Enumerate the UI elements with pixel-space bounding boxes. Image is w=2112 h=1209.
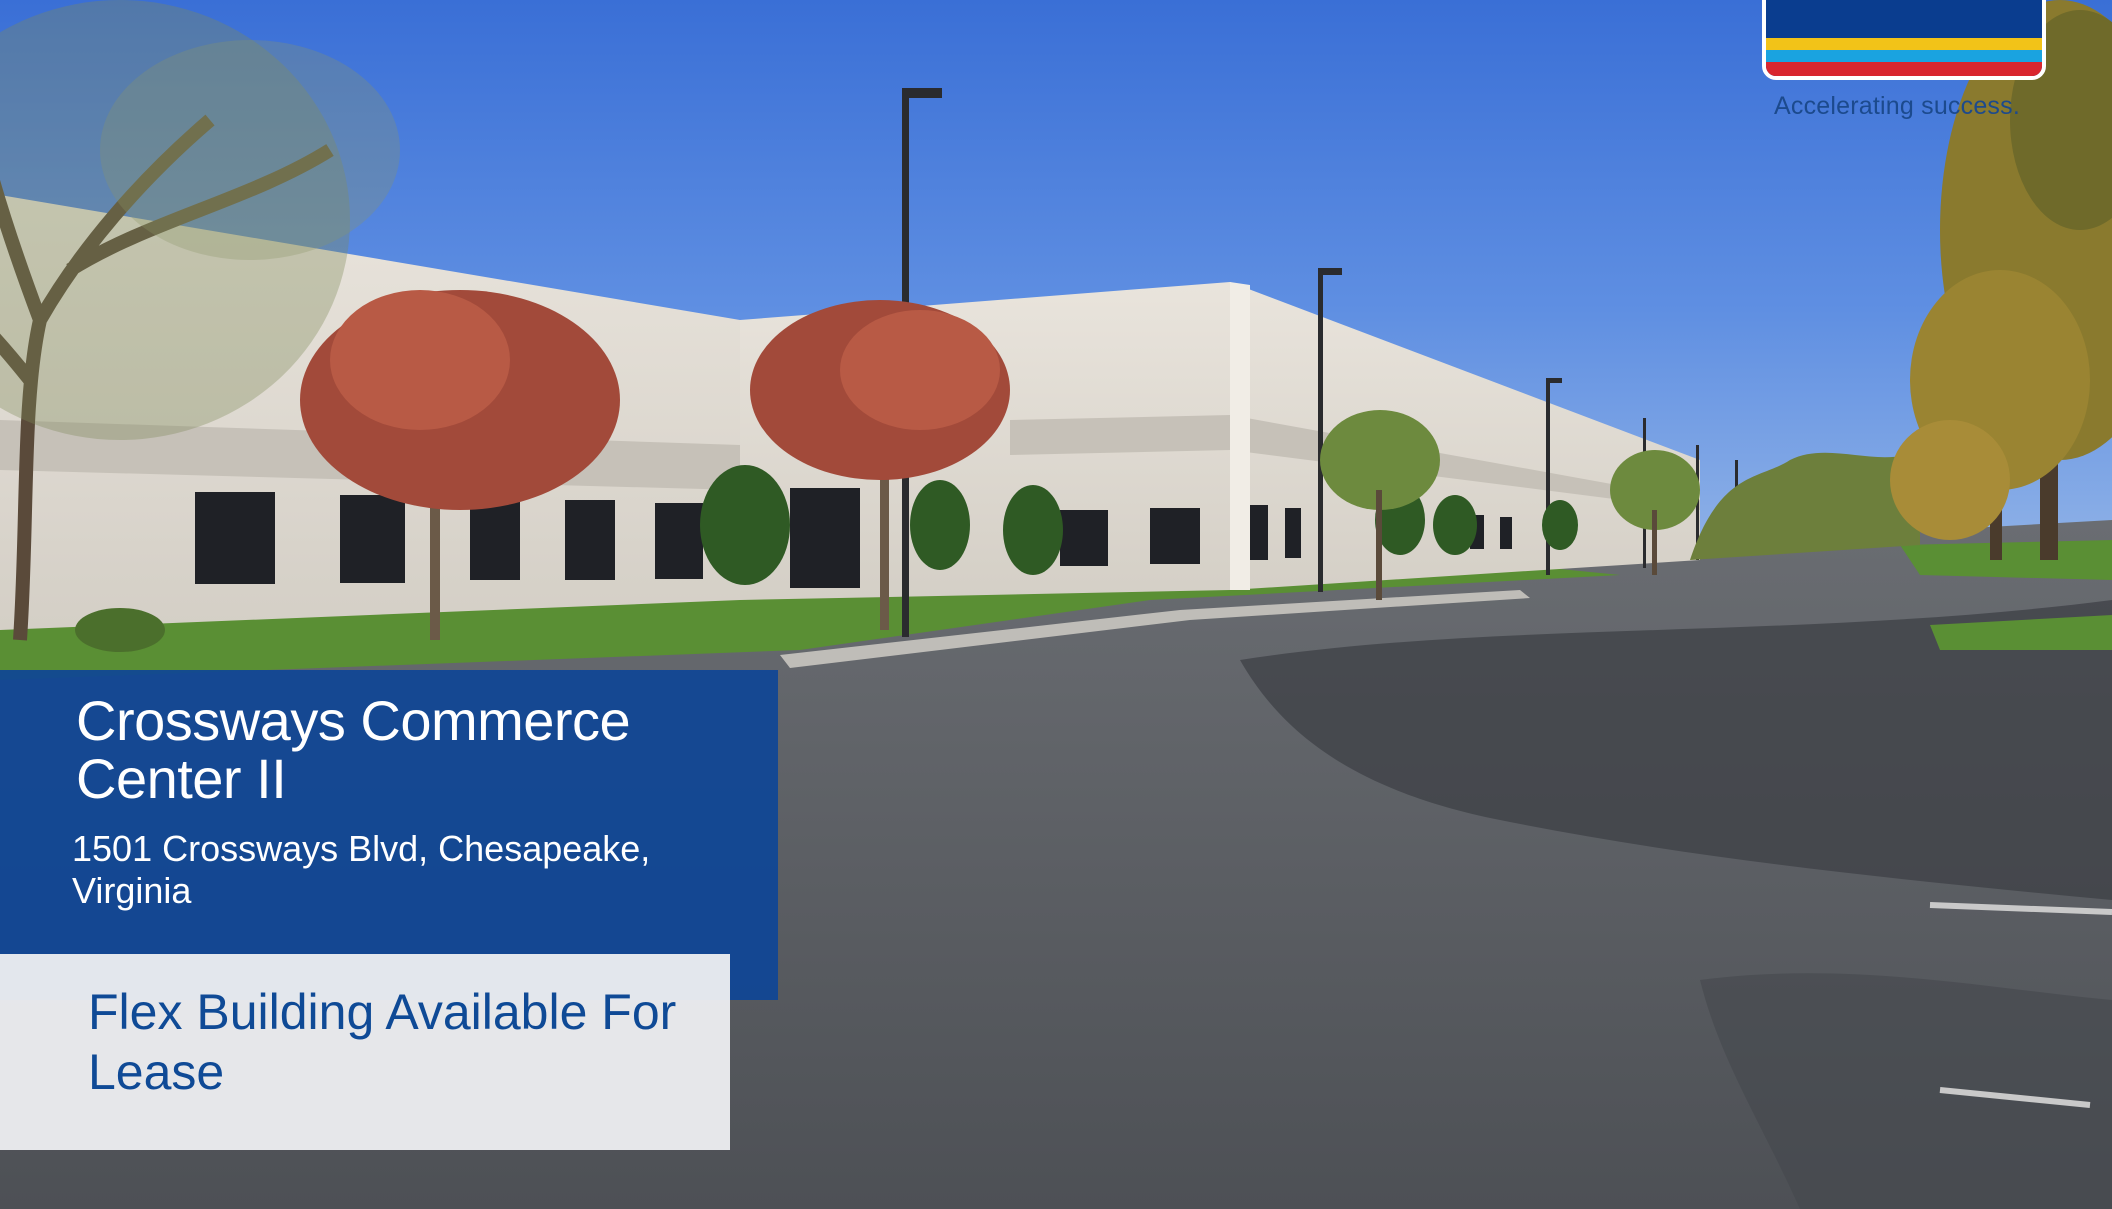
lawn-right <box>1900 540 2112 580</box>
logo-stripe-red <box>1766 62 2042 76</box>
building-corner <box>1230 282 1250 590</box>
logo-stripe-blue <box>1766 50 2042 62</box>
property-address: 1501 Crossways Blvd, Chesapeake, Virgini… <box>72 828 651 911</box>
brochure-cover: Accelerating success. Crossways Commerce… <box>0 0 2112 1209</box>
logo-stripe-yellow <box>1766 38 2042 50</box>
property-title: Crossways Commerce Center II <box>76 689 631 810</box>
brand-tagline: Accelerating success. <box>1774 92 2020 120</box>
lease-headline: Flex Building Available For Lease <box>88 984 677 1100</box>
colliers-logo-icon <box>1762 0 2046 80</box>
